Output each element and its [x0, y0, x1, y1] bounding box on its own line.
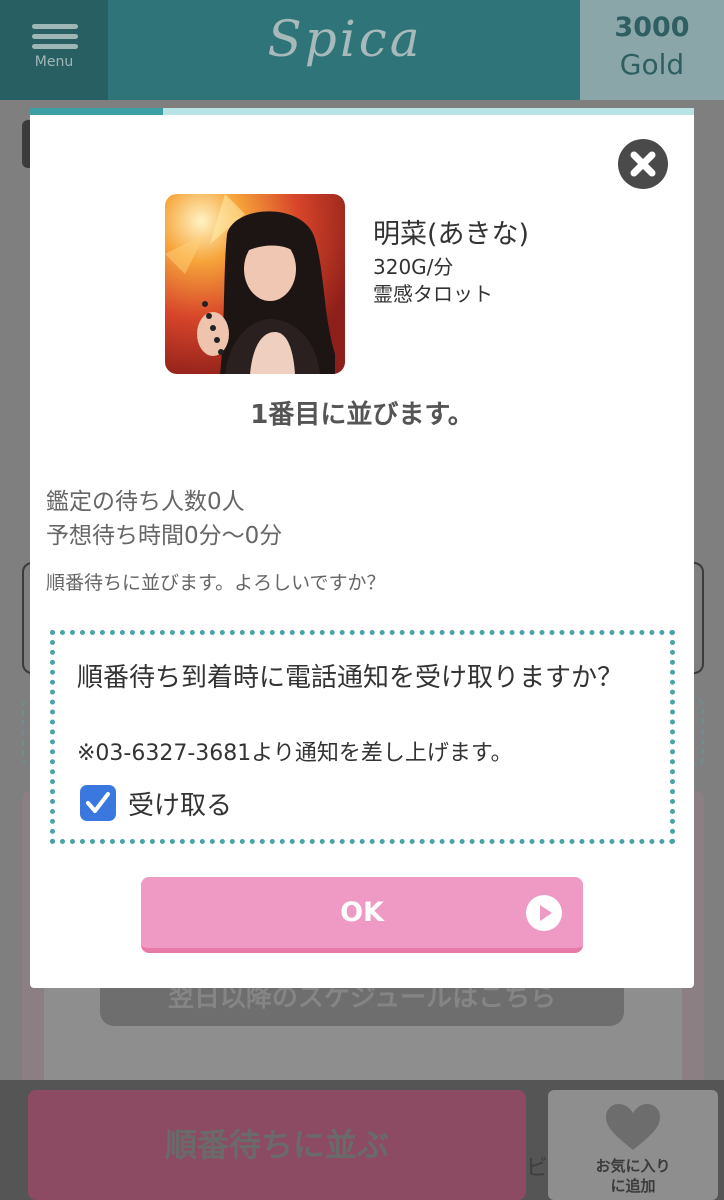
receive-notification-checkbox[interactable]: [80, 785, 116, 821]
add-favorite-button[interactable]: お気に入り に追加: [548, 1090, 718, 1200]
favorite-label: お気に入り に追加: [595, 1157, 671, 1195]
queue-confirm-modal: 明菜(あきな) 320G/分 霊感タロット 1番目に並びます。 鑑定の待ち人数0…: [30, 108, 694, 988]
gold-amount: 3000: [614, 12, 690, 43]
menu-button[interactable]: Menu: [0, 0, 108, 100]
gold-balance[interactable]: 3000 Gold: [580, 0, 724, 100]
close-icon: [630, 151, 656, 177]
app-logo: Spica: [267, 10, 423, 68]
menu-label: Menu: [34, 54, 74, 70]
progress-fill: [30, 108, 163, 115]
heart-icon: [606, 1104, 660, 1150]
wait-count-text: 鑑定の待ち人数0人: [46, 489, 245, 515]
confirm-question: 順番待ちに並びます。よろしいですか？: [46, 572, 386, 594]
notification-question: 順番待ち到着時に電話通知を受け取りますか？: [77, 663, 624, 693]
fortune-teller-photo: [165, 194, 345, 374]
wait-time-text: 予想待ち時間0分〜0分: [46, 523, 283, 549]
partial-label: ビ: [526, 1156, 549, 1181]
progress-track: [30, 108, 694, 115]
play-icon: [526, 895, 562, 931]
ok-button[interactable]: OK: [141, 877, 583, 953]
checkbox-label[interactable]: 受け取る: [128, 785, 232, 822]
queue-position-text: 1番目に並びます。: [250, 400, 474, 430]
bottom-action-bar: 順番待ちに並ぶ ビ お気に入り に追加: [0, 1080, 724, 1200]
hamburger-icon: [32, 24, 78, 54]
app-header: Menu Spica 3000 Gold: [0, 0, 724, 100]
join-queue-button[interactable]: 順番待ちに並ぶ: [28, 1090, 526, 1200]
fortune-teller-name: 明菜(あきな): [373, 219, 530, 250]
gold-unit: Gold: [619, 48, 685, 81]
close-button[interactable]: [618, 139, 668, 189]
fortune-teller-genre: 霊感タロット: [373, 282, 493, 306]
checkmark-icon: [86, 792, 110, 813]
phone-notification-box: 順番待ち到着時に電話通知を受け取りますか？ ※03-6327-3681より通知を…: [50, 630, 675, 844]
ok-label: OK: [340, 897, 384, 928]
notification-note: ※03-6327-3681より通知を差し上げます。: [77, 741, 513, 766]
fortune-teller-price: 320G/分: [373, 255, 454, 279]
